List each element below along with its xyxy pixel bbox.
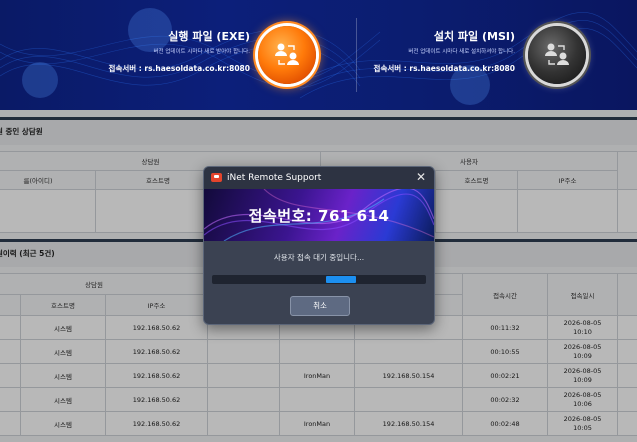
msi-title: 설치 파일 (MSI) xyxy=(433,30,515,43)
connection-banner: 접속번호: 761 614 xyxy=(204,189,434,241)
exe-download-info: 실행 파일 (EXE) 버전 업데이트 시마다 새로 받아야 합니다. 접속서버… xyxy=(100,30,250,74)
exe-server: 접속서버 : rs.haesoldata.co.kr:8080 xyxy=(108,64,250,73)
msi-download-button[interactable] xyxy=(528,26,586,84)
close-icon[interactable]: ✕ xyxy=(416,170,426,184)
progress-bar xyxy=(212,275,426,284)
dialog-titlebar: iNet Remote Support ✕ xyxy=(204,167,434,189)
exe-description: 버전 업데이트 시마다 새로 받아야 합니다. xyxy=(153,49,250,55)
msi-server: 접속서버 : rs.haesoldata.co.kr:8080 xyxy=(373,64,515,73)
app-logo-icon xyxy=(211,173,222,182)
msi-description: 버전 업데이트 시마다 새로 설치하셔야 합니다. xyxy=(408,49,515,55)
waiting-status: 사용자 접속 대기 중입니다... xyxy=(273,253,365,262)
exe-title: 실행 파일 (EXE) xyxy=(168,30,250,43)
download-banner: 실행 파일 (EXE) 버전 업데이트 시마다 새로 받아야 합니다. 접속서버… xyxy=(0,0,637,110)
msi-download-info: 설치 파일 (MSI) 버전 업데이트 시마다 새로 설치하셔야 합니다. 접속… xyxy=(360,30,515,74)
dialog-title: iNet Remote Support xyxy=(227,173,322,183)
remote-support-dialog: iNet Remote Support ✕ 접속번호: 761 614 사용자 … xyxy=(203,166,435,325)
banner-divider xyxy=(356,18,357,92)
exe-download-button[interactable] xyxy=(258,26,316,84)
cancel-button[interactable]: 취소 xyxy=(290,296,350,316)
progress-indicator xyxy=(326,276,356,283)
connection-number: 접속번호: 761 614 xyxy=(248,207,390,225)
remote-users-icon xyxy=(545,43,569,65)
remote-users-icon xyxy=(275,43,299,65)
